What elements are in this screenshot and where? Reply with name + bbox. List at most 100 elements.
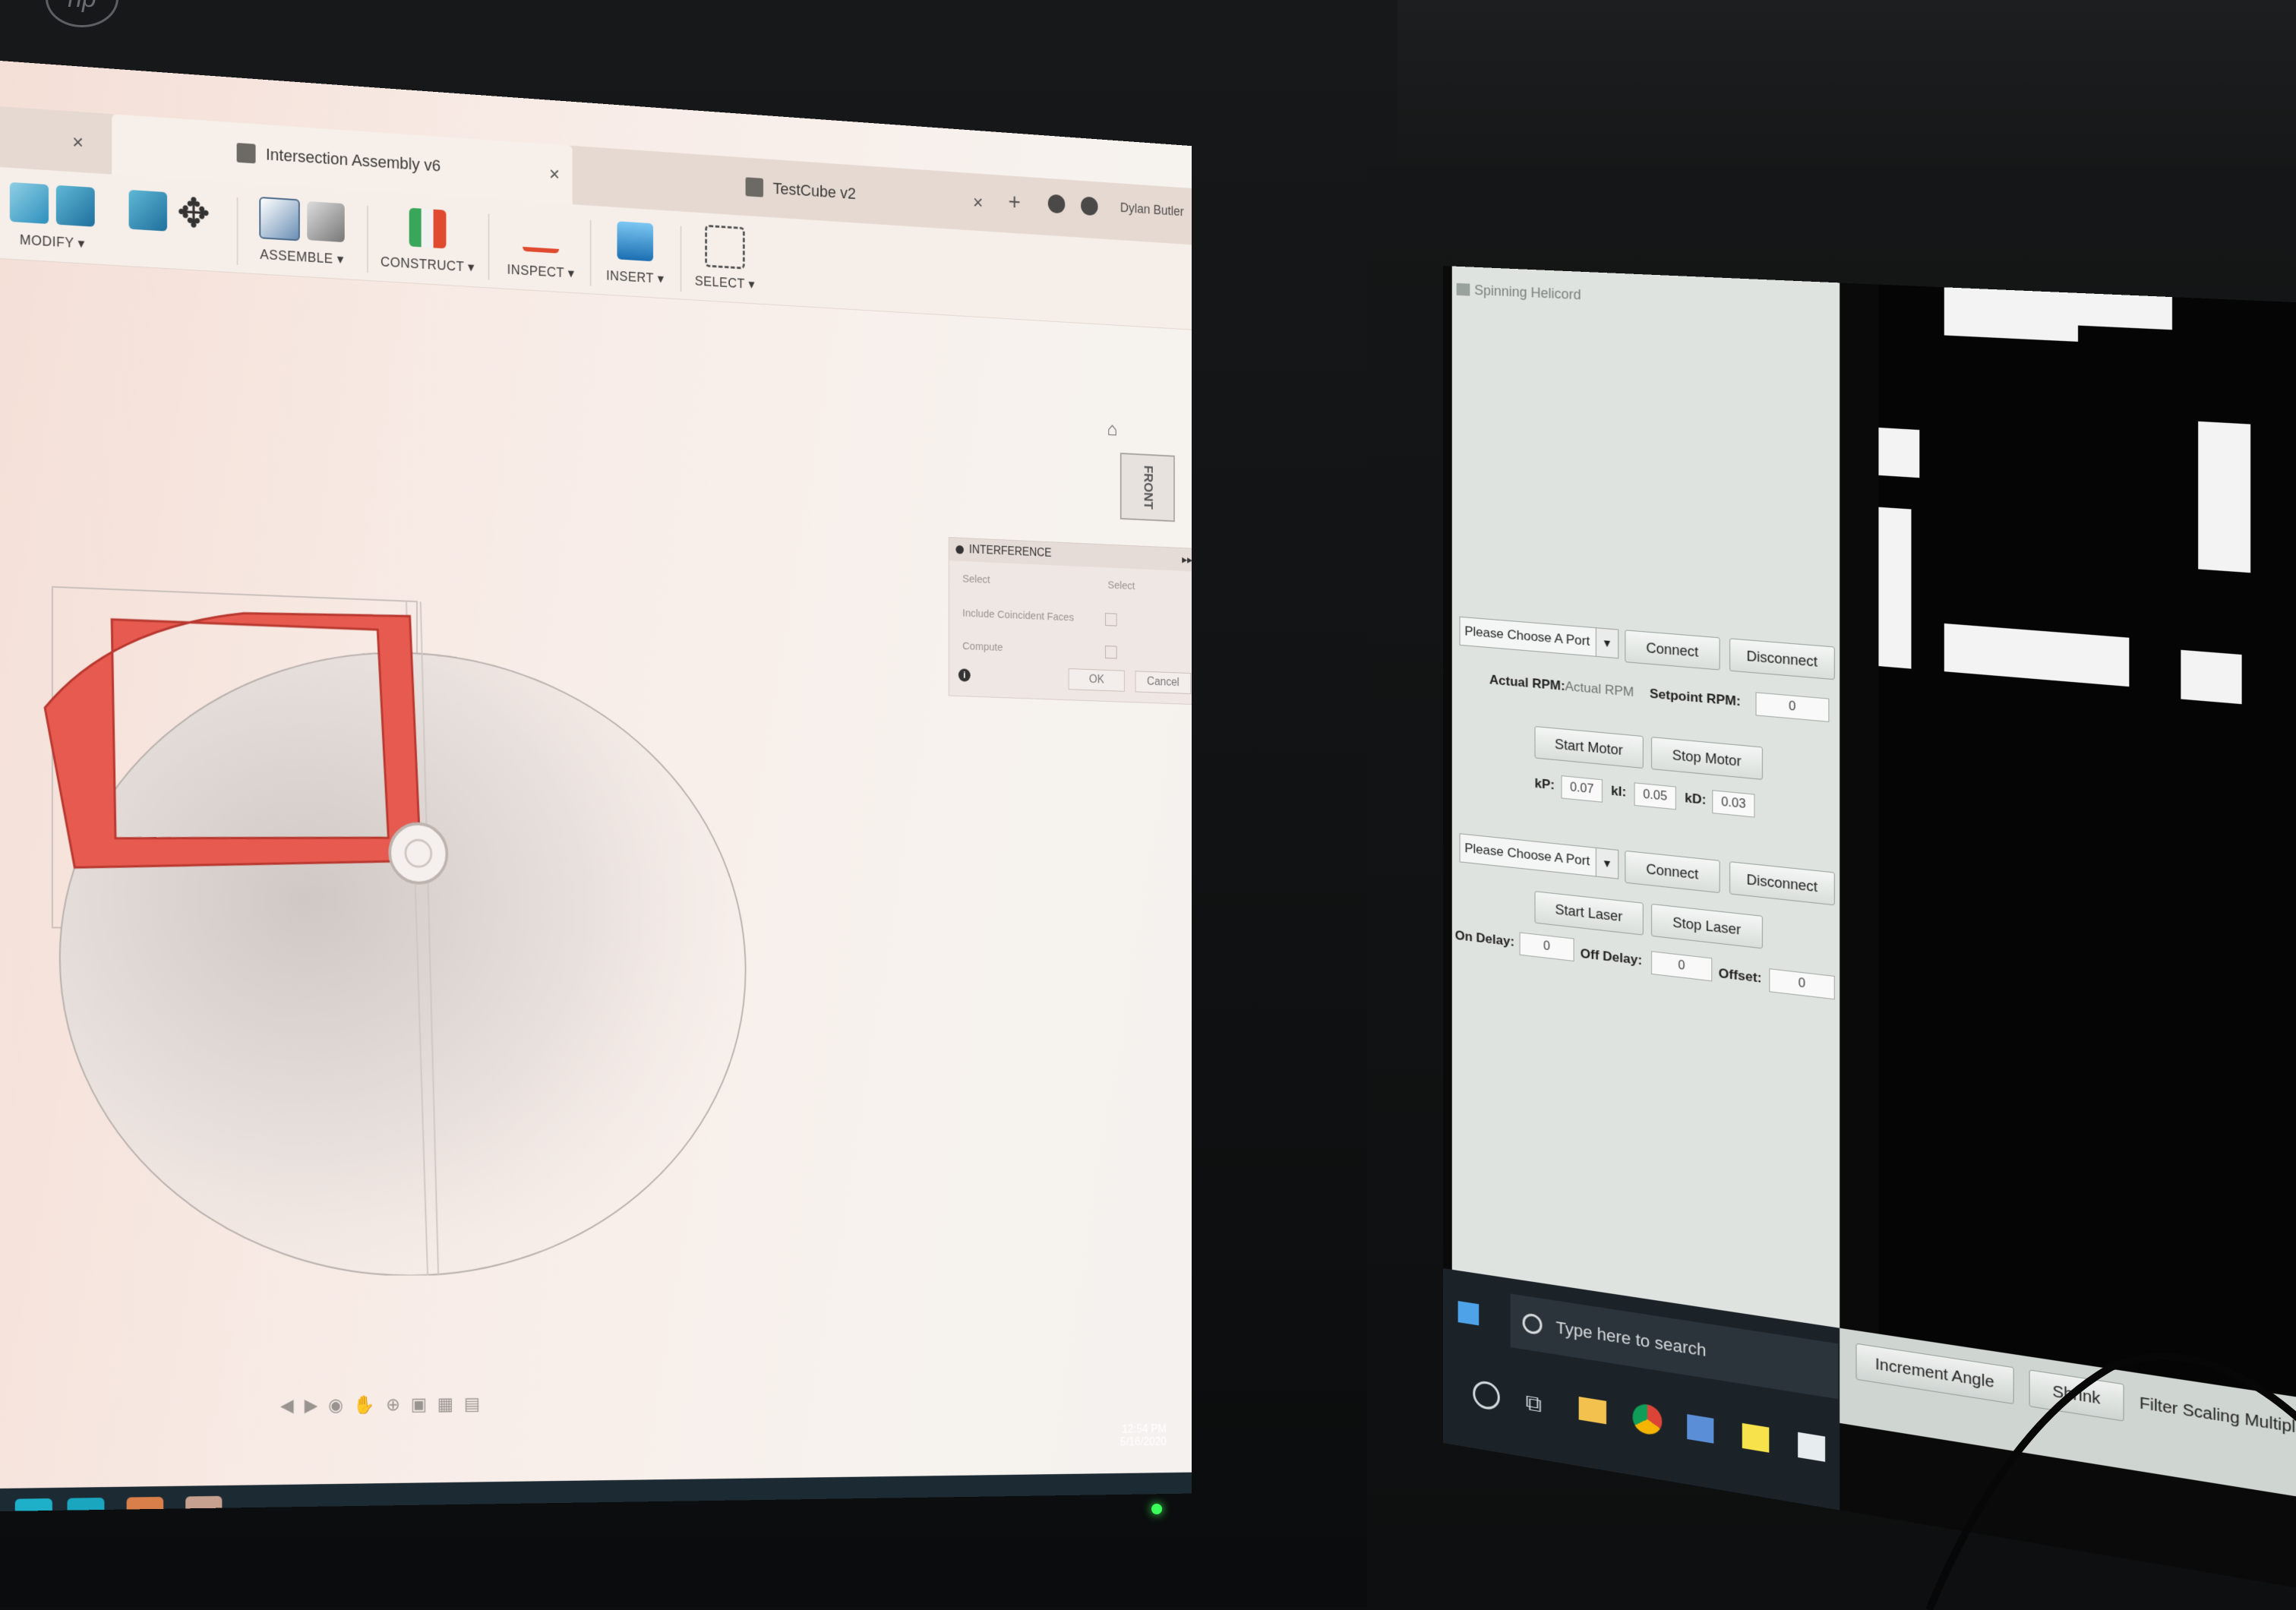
compute-label: Compute bbox=[962, 639, 1003, 654]
construct-label[interactable]: CONSTRUCT ▾ bbox=[374, 254, 481, 276]
chevron-down-icon[interactable]: ▼ bbox=[1595, 628, 1619, 658]
tab-label: Intersection Assembly v6 bbox=[265, 144, 441, 175]
ok-button[interactable]: OK bbox=[1068, 668, 1125, 692]
stop-motor-button[interactable]: Stop Motor bbox=[1651, 737, 1763, 780]
search-icon bbox=[1522, 1312, 1543, 1336]
stop-laser-button[interactable]: Stop Laser bbox=[1651, 903, 1763, 949]
kd-field[interactable]: 0.03 bbox=[1712, 790, 1755, 818]
start-laser-button[interactable]: Start Laser bbox=[1534, 891, 1644, 936]
toolbar-divider bbox=[589, 219, 592, 286]
cancel-button[interactable]: Cancel bbox=[1135, 671, 1192, 694]
panel-dot-icon bbox=[955, 545, 964, 554]
notifications-icon[interactable] bbox=[1081, 196, 1098, 216]
chrome-icon[interactable] bbox=[1632, 1402, 1663, 1437]
interference-title: INTERFERENCE bbox=[968, 543, 1052, 560]
taskbar-app-icon[interactable] bbox=[1687, 1414, 1714, 1444]
offset-field[interactable]: 0 bbox=[1769, 968, 1835, 1000]
interference-panel: INTERFERENCE ▸▸ Select Select Include Co… bbox=[948, 537, 1192, 706]
fillet-icon[interactable] bbox=[55, 185, 95, 227]
joint-icon[interactable] bbox=[307, 200, 345, 243]
motor-connect-button[interactable]: Connect bbox=[1625, 630, 1720, 671]
kp-label: kP: bbox=[1534, 775, 1555, 793]
laser-disconnect-button[interactable]: Disconnect bbox=[1729, 861, 1835, 906]
off-delay-field[interactable]: 0 bbox=[1651, 951, 1713, 982]
motor-disconnect-button[interactable]: Disconnect bbox=[1729, 638, 1835, 680]
window-title: Spinning Helicord bbox=[1474, 282, 1581, 303]
file-explorer-icon[interactable] bbox=[1578, 1396, 1606, 1425]
insert-image-icon[interactable] bbox=[617, 221, 654, 262]
measure-icon[interactable] bbox=[523, 232, 560, 254]
motor-port-select[interactable]: Please Choose A Port ▼ bbox=[1459, 616, 1619, 659]
windows-start-icon[interactable] bbox=[1458, 1301, 1480, 1326]
pattern-block bbox=[2198, 421, 2251, 573]
select-group[interactable]: SELECT ▾ bbox=[684, 220, 766, 293]
job-status-icon[interactable] bbox=[1047, 194, 1066, 214]
on-delay-field[interactable]: 0 bbox=[1519, 932, 1574, 962]
info-icon[interactable]: i bbox=[958, 668, 971, 682]
toolbar-divider bbox=[488, 213, 490, 280]
cable bbox=[1925, 1353, 2296, 1610]
spinning-helicord-window: Spinning Helicord Please Choose A Port ▼… bbox=[1451, 266, 1840, 1328]
kp-field[interactable]: 0.07 bbox=[1561, 775, 1603, 803]
tab-previous[interactable]: × bbox=[0, 106, 97, 173]
modify-label[interactable]: MODIFY ▾ bbox=[0, 231, 104, 253]
pattern-block bbox=[1878, 428, 1920, 478]
app-window-icon bbox=[1456, 283, 1470, 296]
laser-connect-button[interactable]: Connect bbox=[1625, 850, 1720, 894]
assemble-label[interactable]: ASSEMBLE ▾ bbox=[244, 246, 359, 269]
taskbar-app-icon[interactable] bbox=[67, 1498, 105, 1511]
window-select-icon[interactable] bbox=[705, 224, 745, 270]
assemble-group[interactable]: ASSEMBLE ▾ bbox=[244, 192, 359, 269]
move-icon[interactable]: ✥ bbox=[175, 190, 213, 237]
ki-field[interactable]: 0.05 bbox=[1634, 782, 1676, 810]
insert-label[interactable]: INSERT ▾ bbox=[593, 267, 677, 288]
shell-icon[interactable] bbox=[128, 189, 168, 232]
taskbar-app-icon[interactable] bbox=[14, 1498, 52, 1511]
modify-extra-group[interactable]: ✥ bbox=[112, 184, 229, 241]
close-icon[interactable]: × bbox=[549, 162, 560, 185]
expand-icon[interactable]: ▸▸ bbox=[1182, 553, 1192, 567]
cortana-icon[interactable] bbox=[1473, 1379, 1500, 1412]
new-component-icon[interactable] bbox=[259, 196, 300, 242]
start-motor-button[interactable]: Start Motor bbox=[1534, 726, 1644, 769]
select-selector[interactable]: Select bbox=[1107, 579, 1135, 592]
system-clock: 12:54 PM 5/16/2020 bbox=[1120, 1423, 1167, 1449]
toolbar-divider bbox=[680, 226, 682, 292]
modify-group[interactable]: MODIFY ▾ bbox=[0, 176, 104, 253]
user-name[interactable]: Dylan Butler bbox=[1120, 200, 1184, 219]
hub-circle[interactable] bbox=[390, 823, 447, 884]
toolbar-divider bbox=[236, 197, 238, 265]
chevron-down-icon[interactable]: ▼ bbox=[1595, 848, 1619, 879]
press-pull-icon[interactable] bbox=[9, 182, 49, 224]
motor-port-value: Please Choose A Port bbox=[1464, 623, 1590, 649]
pattern-block bbox=[1878, 507, 1912, 669]
setpoint-rpm-field[interactable]: 0 bbox=[1755, 692, 1830, 722]
sticky-notes-icon[interactable] bbox=[1742, 1422, 1770, 1453]
actual-rpm-label: Actual RPM: bbox=[1489, 672, 1565, 694]
laser-port-select[interactable]: Please Choose A Port ▼ bbox=[1459, 833, 1619, 879]
navigation-bar[interactable]: ◀ ▶ ◉ ✋ ⊕ ▣ ▦ ▤ bbox=[280, 1394, 483, 1417]
select-label[interactable]: SELECT ▾ bbox=[684, 273, 766, 293]
pattern-block bbox=[1944, 623, 2130, 687]
coincident-faces-checkbox[interactable] bbox=[1105, 613, 1117, 627]
home-view-icon[interactable]: ⌂ bbox=[1107, 418, 1118, 440]
offset-plane-icon[interactable] bbox=[409, 207, 447, 249]
toolbar-divider bbox=[367, 206, 368, 273]
inspect-group[interactable]: INSPECT ▾ bbox=[495, 208, 586, 283]
viewcube[interactable]: FRONT bbox=[1120, 453, 1175, 522]
tab-label: TestCube v2 bbox=[772, 178, 856, 203]
construct-group[interactable]: CONSTRUCT ▾ bbox=[374, 200, 481, 276]
new-tab-plus-icon[interactable]: + bbox=[1009, 188, 1021, 216]
close-icon[interactable]: × bbox=[973, 191, 983, 213]
inspect-label[interactable]: INSPECT ▾ bbox=[495, 261, 586, 283]
taskbar-app-icon[interactable] bbox=[1798, 1432, 1826, 1462]
task-view-icon[interactable]: ⧉ bbox=[1526, 1390, 1542, 1419]
compute-button[interactable] bbox=[1105, 646, 1117, 659]
close-icon[interactable]: × bbox=[72, 130, 84, 154]
kd-label: kD: bbox=[1685, 790, 1707, 808]
viewport-canvas[interactable] bbox=[0, 516, 787, 1276]
insert-group[interactable]: INSERT ▾ bbox=[593, 214, 677, 287]
left-screen-fusion: × Intersection Assembly v6 × TestCube v2… bbox=[0, 61, 1192, 1511]
power-led bbox=[1151, 1504, 1162, 1514]
interference-header: INTERFERENCE ▸▸ bbox=[949, 538, 1192, 572]
